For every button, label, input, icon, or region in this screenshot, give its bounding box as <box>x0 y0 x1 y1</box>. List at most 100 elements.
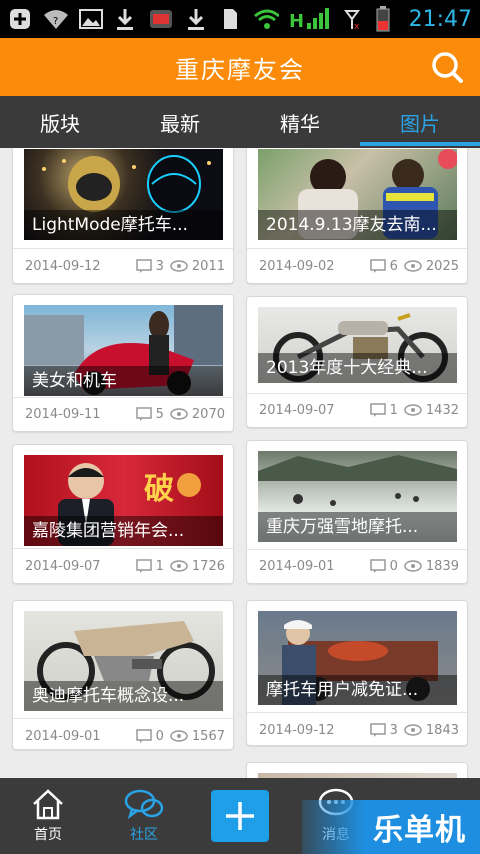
post-meta: 2014-09-12 3 1843 <box>259 719 459 741</box>
comment-count-value: 0 <box>389 558 398 574</box>
comment-icon <box>135 407 152 421</box>
comment-count: 5 <box>135 406 164 422</box>
view-count-value: 1839 <box>425 558 459 574</box>
post-date: 2014-09-07 <box>25 558 101 574</box>
svg-text:H: H <box>289 11 304 31</box>
post-thumbnail: 美女和机车 <box>24 305 223 396</box>
view-count: 2025 <box>404 259 459 274</box>
post-thumbnail: 重庆万强雪地摩托... <box>258 451 457 542</box>
comment-icon <box>135 729 152 743</box>
post-caption: 美女和机车 <box>24 366 223 396</box>
add-notification-icon <box>8 6 33 32</box>
post-card[interactable]: LightMode摩托车... 2014-09-12 3 2011 <box>12 148 234 284</box>
view-count-value: 1432 <box>425 402 459 418</box>
post-caption: 2014.9.13摩友去南... <box>258 210 457 240</box>
post-card[interactable]: 重庆万强雪地摩托... 2014-09-01 0 1839 <box>246 440 468 584</box>
tab-latest[interactable]: 最新 <box>120 96 240 148</box>
divider <box>13 548 233 549</box>
post-caption: 摩托车用户减免证... <box>258 675 457 705</box>
post-date: 2014-09-01 <box>25 728 101 744</box>
wifi-icon <box>253 6 279 32</box>
comment-icon <box>369 559 386 573</box>
comment-count: 0 <box>135 728 164 744</box>
tab-label: 图片 <box>400 111 440 136</box>
post-date: 2014-09-12 <box>25 258 101 274</box>
divider <box>247 248 467 249</box>
eye-icon <box>170 730 188 742</box>
post-date: 2014-09-02 <box>259 258 335 274</box>
image-notification-icon <box>78 6 104 32</box>
download-icon <box>113 6 138 32</box>
post-card[interactable]: 摩托车用户减免证... 2014-09-12 3 1843 <box>246 600 468 746</box>
view-count-value: 1726 <box>191 558 225 574</box>
tab-boards[interactable]: 版块 <box>0 96 120 148</box>
divider <box>247 549 467 550</box>
comment-icon <box>135 259 152 273</box>
search-icon[interactable] <box>430 50 464 84</box>
comment-icon <box>369 723 386 737</box>
post-card[interactable]: 奥迪摩托车概念设... 2014-09-01 0 1567 <box>12 600 234 750</box>
comment-count-value: 0 <box>155 728 164 744</box>
nav-label: 社区 <box>130 827 158 843</box>
nav-home[interactable]: 首页 <box>0 778 96 854</box>
post-caption: 嘉陵集团营销年会... <box>24 516 223 546</box>
post-caption: 重庆万强雪地摩托... <box>258 512 457 542</box>
app-header: 重庆摩友会 <box>0 38 480 96</box>
comment-icon <box>369 403 386 417</box>
eye-icon <box>170 560 188 572</box>
view-count: 1432 <box>404 403 459 418</box>
post-card[interactable]: 2014.9.13摩友去南... 2014-09-02 6 2025 <box>246 148 468 284</box>
post-meta: 2014-09-12 3 2011 <box>25 255 225 277</box>
home-icon <box>33 789 63 820</box>
comment-count: 3 <box>369 723 398 738</box>
post-card[interactable]: 破 嘉陵集团营销年会... 2014-09-07 1 1726 <box>12 444 234 584</box>
tab-featured[interactable]: 精华 <box>240 96 360 148</box>
divider <box>247 712 467 713</box>
view-count-value: 1843 <box>425 722 459 738</box>
post-meta: 2014-09-01 0 1839 <box>259 555 459 577</box>
eye-icon <box>404 724 422 736</box>
battery-icon <box>375 6 391 32</box>
comment-count: 6 <box>369 259 398 274</box>
eye-icon <box>404 260 422 272</box>
post-thumbnail: LightMode摩托车... <box>24 149 223 240</box>
post-meta: 2014-09-02 6 2025 <box>259 255 459 277</box>
post-card[interactable]: 美女和机车 2014-09-11 5 2070 <box>12 294 234 432</box>
tab-label: 精华 <box>280 111 320 136</box>
eye-icon <box>170 260 188 272</box>
comment-icon <box>369 259 386 273</box>
view-count-value: 2070 <box>191 406 225 422</box>
tab-bar: 版块 最新 精华 图片 <box>0 96 480 148</box>
post-meta: 2014-09-01 0 1567 <box>25 725 225 747</box>
post-caption: 奥迪摩托车概念设... <box>24 681 223 711</box>
post-caption: 2013年度十大经典... <box>258 353 457 383</box>
sim2-signal-icon: x <box>339 6 365 32</box>
post-thumbnail: 破 嘉陵集团营销年会... <box>24 455 223 546</box>
picture-grid: LightMode摩托车... 2014-09-12 3 2011 2014.9… <box>0 148 480 778</box>
comment-count-value: 5 <box>155 406 164 422</box>
post-meta: 2014-09-07 1 1726 <box>25 555 225 577</box>
divider <box>13 718 233 719</box>
comment-count: 1 <box>135 559 164 574</box>
nav-label: 首页 <box>34 827 62 843</box>
post-thumbnail: 2014.9.13摩友去南... <box>258 149 457 240</box>
divider <box>247 393 467 394</box>
eye-icon <box>404 560 422 572</box>
post-date: 2014-09-12 <box>259 722 335 738</box>
post-card[interactable]: 2013年度十大经典... 2014-09-07 1 1432 <box>246 296 468 428</box>
mobile-signal-icon: H <box>289 6 329 32</box>
tab-label: 版块 <box>40 111 80 136</box>
post-meta: 2014-09-11 5 2070 <box>25 403 225 425</box>
post-date: 2014-09-11 <box>25 406 101 422</box>
watermark: 乐单机 <box>302 800 480 854</box>
nav-community[interactable]: 社区 <box>96 778 192 854</box>
comment-count: 1 <box>369 403 398 418</box>
view-count-value: 2011 <box>191 258 225 274</box>
post-date: 2014-09-01 <box>259 558 335 574</box>
nav-post[interactable] <box>192 778 288 854</box>
video-notification-icon <box>148 6 174 32</box>
post-card[interactable] <box>246 762 468 778</box>
tab-pictures[interactable]: 图片 <box>360 96 480 148</box>
view-count: 1839 <box>404 559 459 574</box>
svg-text:破: 破 <box>144 472 174 507</box>
